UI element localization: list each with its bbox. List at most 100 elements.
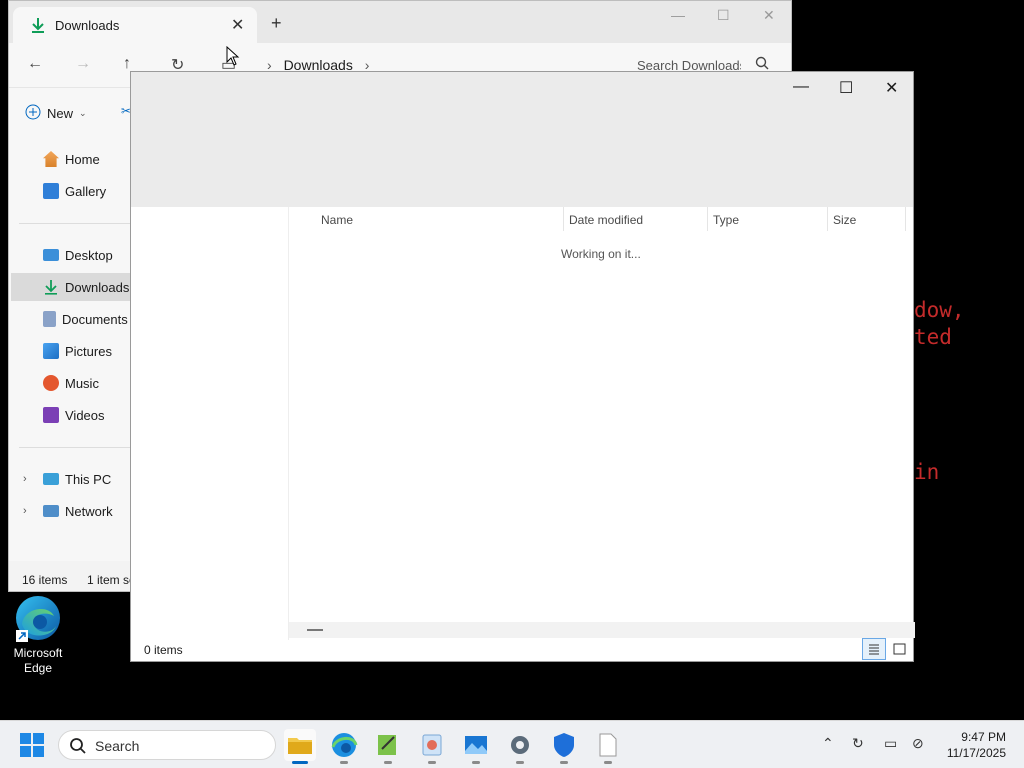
running-indicator [604,761,612,764]
display-icon[interactable]: ▭ [884,735,897,752]
sidebar-item-desktop[interactable]: Desktop [11,241,131,269]
running-indicator [384,761,392,764]
column-divider[interactable] [827,207,828,231]
edge-icon [14,594,62,642]
sidebar-item-label: Downloads [65,279,130,295]
column-divider[interactable] [905,207,906,231]
chevron-right-icon[interactable]: › [23,505,27,517]
taskbar: Search ⌃ ↻ ▭ ⊘ 9:47 PM 11/17/2025 [0,720,1024,768]
column-divider[interactable] [707,207,708,231]
sidebar-item-label: Gallery [65,183,107,199]
gear-icon [511,736,529,754]
details-view-button[interactable] [862,638,886,660]
new-tab-button[interactable]: + [271,13,282,34]
selection-count: 1 item selected [87,573,131,587]
tab-title: Downloads [55,18,120,33]
taskbar-file-explorer[interactable] [284,729,316,764]
column-headers: Name Date modified Type Size [289,207,907,231]
gallery-icon [43,183,59,199]
maximize-button[interactable]: ☐ [839,78,853,98]
close-tab-icon[interactable]: ✕ [231,15,244,35]
videos-icon [43,407,59,423]
loading-explorer-window: — ☐ ✕ Name Date modified Type Size Worki… [130,71,915,662]
taskbar-paint-app[interactable] [416,729,448,764]
clock[interactable]: 9:47 PM 11/17/2025 [942,729,1006,761]
active-indicator [292,761,308,764]
maximize-button[interactable]: ☐ [717,7,730,24]
running-indicator [516,761,524,764]
forward-arrow-icon[interactable]: → [75,55,91,73]
sidebar-item-home[interactable]: Home [11,145,131,173]
column-header-type[interactable]: Type [713,213,739,227]
running-indicator [340,761,348,764]
sidebar-item-label: Pictures [65,343,112,359]
chevron-right-icon[interactable]: › [23,473,27,485]
edge-icon [331,733,358,757]
window-header-area: — ☐ ✕ [131,72,913,207]
tab-downloads[interactable]: Downloads ✕ [13,7,257,43]
sidebar-item-this-pc[interactable]: › This PC [11,465,131,493]
tiles-view-icon [893,643,906,655]
status-bar: 16 items 1 item selected [9,567,131,591]
column-header-size[interactable]: Size [833,213,856,227]
network-status-icon[interactable]: ⊘ [912,735,924,752]
item-count: 0 items [144,643,183,657]
sync-icon[interactable]: ↻ [852,735,864,752]
search-placeholder: Search [95,738,140,754]
home-icon [43,151,59,167]
sidebar-item-downloads[interactable]: Downloads [11,273,131,301]
taskbar-edge[interactable] [328,729,360,764]
column-header-name[interactable]: Name [321,213,353,227]
sidebar-item-pictures[interactable]: Pictures [11,337,131,365]
desktop-icon [43,249,59,261]
horizontal-scrollbar[interactable] [289,622,915,638]
sidebar-item-label: Home [65,151,100,167]
taskbar-notepad-app[interactable] [372,729,404,764]
close-button[interactable]: ✕ [885,78,898,98]
network-icon [43,505,59,517]
pictures-icon [43,343,59,359]
item-count: 16 items [22,573,68,587]
tab-bar: Downloads ✕ + — ☐ ✕ [9,1,791,43]
taskbar-settings-app[interactable] [504,729,536,764]
sidebar-item-label: This PC [65,471,112,487]
minimize-button[interactable]: — [671,7,685,23]
download-icon [29,16,47,34]
sidebar-item-music[interactable]: Music [11,369,131,397]
background-text-line: dow, [914,298,965,322]
running-indicator [560,761,568,764]
windows-start-icon[interactable] [20,733,44,757]
taskbar-security-app[interactable] [548,729,580,764]
scrollbar-thumb[interactable] [307,629,323,631]
tiles-view-button[interactable] [887,638,911,660]
running-indicator [472,761,480,764]
paint-icon [422,734,442,756]
column-divider[interactable] [563,207,564,231]
back-arrow-icon[interactable]: ← [27,55,43,73]
desktop-icon-edge[interactable]: Microsoft Edge [6,594,70,676]
navigation-pane [131,207,289,640]
sidebar-item-label: Videos [65,407,105,423]
running-indicator [428,761,436,764]
background-text-line: ted [914,325,952,349]
sidebar-item-documents[interactable]: Documents [11,305,131,333]
documents-icon [43,311,56,327]
divider [19,447,131,448]
chevron-up-icon[interactable]: ⌃ [822,735,834,752]
sidebar-item-videos[interactable]: Videos [11,401,131,429]
navigation-pane: Home Gallery Desktop Downloads Documents… [9,141,131,561]
sidebar-item-label: Desktop [65,247,113,263]
taskbar-photos-app[interactable] [460,729,492,764]
divider [19,223,131,224]
sidebar-item-network[interactable]: › Network [11,497,131,525]
plus-circle-icon [25,104,41,123]
sidebar-item-gallery[interactable]: Gallery [11,177,131,205]
desktop-icon-label: Microsoft [13,646,63,660]
minimize-button[interactable]: — [793,78,809,96]
column-header-date-modified[interactable]: Date modified [569,213,643,227]
close-button[interactable]: ✕ [763,7,775,24]
chevron-down-icon: ⌄ [79,108,87,118]
new-button[interactable]: New ⌄ [25,104,87,123]
taskbar-document-app[interactable] [592,729,624,764]
taskbar-search-input[interactable]: Search [58,730,276,760]
